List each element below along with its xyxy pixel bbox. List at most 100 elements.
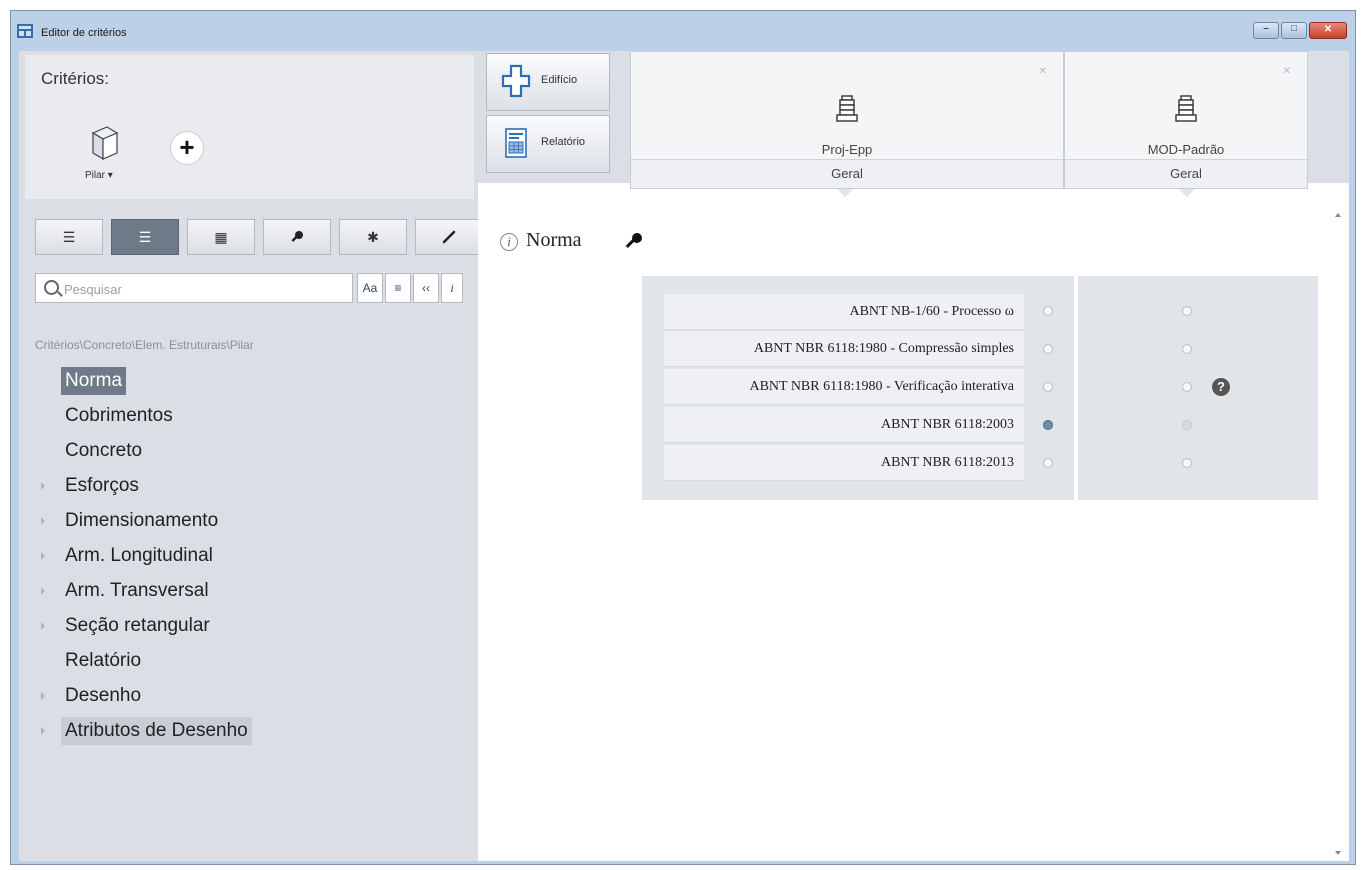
expand-arrow-icon[interactable] [41,482,45,490]
pillar-icon[interactable] [89,125,121,161]
scroll-down-arrow-icon[interactable] [1335,851,1341,855]
report-button-label: Relatório [541,136,586,148]
breadcrumb: Critérios\Concreto\Elem. Estruturais\Pil… [35,338,254,352]
section-title: Norma [526,229,582,251]
options-column-proj-epp: ABNT NB-1/60 - Processo ω ABNT NBR 6118:… [642,276,1074,500]
option-radio-selected[interactable] [1043,420,1053,430]
option-radio[interactable] [1182,344,1192,354]
tree-item-label: Relatório [65,650,142,671]
window-title: Editor de critérios [41,27,127,39]
tree-item-label: Arm. Transversal [65,580,209,601]
criteria-editor-window: Editor de critérios – □ ✕ Critérios: Pil… [10,10,1356,865]
criteria-title: Critérios: [41,69,110,88]
search-icon [44,280,59,295]
search-field[interactable] [35,273,353,303]
column-subtitle: Geral [631,159,1063,188]
help-icon[interactable]: ? [1212,378,1230,396]
match-case-toggle[interactable]: Aa [357,273,383,303]
column-pointer [837,189,853,197]
element-dropdown[interactable]: Pilar ▾ [85,170,113,181]
tree-item-label: Seção retangular [65,615,210,636]
report-button[interactable]: Relatório [486,115,610,173]
column-mod-padrao[interactable]: ✕ MOD-Padrão Geral [1064,51,1308,189]
info-icon: i [450,280,454,295]
asterisk-icon: ✱ [367,228,379,245]
info-toggle[interactable]: i [441,273,463,303]
expand-arrow-icon[interactable] [41,727,45,735]
option-row[interactable]: ABNT NBR 6118:2003 [664,407,1024,443]
tree-item-label: Desenho [65,685,142,706]
match-line-toggle[interactable]: ≡ [385,273,411,303]
detail-list-icon: ☰ [138,228,152,245]
quote-icon: ‹‹ [422,281,430,295]
tree-item-label: Norma [61,367,127,395]
tree-item-label: Concreto [65,440,143,461]
report-icon [505,128,527,158]
info-icon[interactable]: i [500,233,518,251]
list-icon: ☰ [62,228,76,245]
search-input[interactable] [62,278,346,300]
tab-pencil[interactable] [415,219,483,255]
minimize-button[interactable]: – [1253,22,1279,39]
option-label: ABNT NBR 6118:2013 [880,455,1014,470]
building-button[interactable]: Edifício [486,53,610,111]
tree-item-label: Atributos de Desenho [61,717,252,745]
building-icon [1175,95,1197,122]
option-radio[interactable] [1043,344,1053,354]
add-button[interactable]: + [170,131,204,165]
add-building-icon [501,64,531,98]
close-column-icon[interactable]: ✕ [1283,66,1291,77]
column-proj-epp[interactable]: ✕ Proj-Epp Geral [630,51,1064,189]
tree-item-label: Dimensionamento [65,510,219,531]
pencil-icon [442,230,456,244]
scroll-up-arrow-icon[interactable] [1335,213,1341,217]
option-row[interactable]: ABNT NB-1/60 - Processo ω [664,294,1024,330]
option-radio[interactable] [1043,306,1053,316]
option-radio[interactable] [1182,382,1192,392]
option-radio[interactable] [1043,458,1053,468]
tab-grid-view[interactable]: ▦ [187,219,255,255]
expand-arrow-icon[interactable] [41,552,45,560]
maximize-button[interactable]: □ [1281,22,1307,39]
expand-arrow-icon[interactable] [41,517,45,525]
expand-arrow-icon[interactable] [41,692,45,700]
column-name: MOD-Padrão [1147,142,1225,157]
right-panel: Edifício Relatório ✕ Proj-Epp Geral ✕ MO… [478,51,1349,861]
option-radio[interactable] [1182,458,1192,468]
option-label: ABNT NB-1/60 - Processo ω [849,304,1014,319]
close-button[interactable]: ✕ [1309,22,1347,39]
expand-arrow-icon[interactable] [41,622,45,630]
criteria-box: Critérios: Pilar ▾ + [25,55,474,199]
left-panel: Critérios: Pilar ▾ + ☰ ☰ ▦ ✱ Aa [19,51,483,861]
tab-key[interactable] [263,219,331,255]
tree-item-label: Esforços [65,475,139,496]
column-subtitle: Geral [1065,159,1307,188]
option-radio-disabled [1182,420,1192,430]
option-radio[interactable] [1043,382,1053,392]
tree-item-label: Cobrimentos [65,405,173,426]
expand-arrow-icon[interactable] [41,587,45,595]
column-name: Proj-Epp [821,142,873,157]
title-bar[interactable]: Editor de critérios – □ ✕ [11,11,1355,49]
tab-asterisk[interactable]: ✱ [339,219,407,255]
match-line-icon: ≡ [394,281,402,295]
match-case-label: Aa [362,281,378,295]
close-column-icon[interactable]: ✕ [1039,66,1047,77]
grid-icon: ▦ [214,228,228,245]
options-column-mod-padrao: ? [1078,276,1318,500]
tab-list-view[interactable]: ☰ [35,219,103,255]
option-row[interactable]: ABNT NBR 6118:1980 - Verificação interat… [664,369,1024,405]
view-tabs: ☰ ☰ ▦ ✱ [35,219,491,255]
quote-toggle[interactable]: ‹‹ [413,273,439,303]
option-label: ABNT NBR 6118:1980 - Verificação interat… [749,379,1014,394]
column-pointer [1179,189,1195,197]
option-radio[interactable] [1182,306,1192,316]
element-label: Pilar [85,170,106,181]
tab-detail-view[interactable]: ☰ [111,219,179,255]
building-button-label: Edifício [541,74,578,86]
option-row[interactable]: ABNT NBR 6118:2013 [664,445,1024,481]
option-row[interactable]: ABNT NBR 6118:1980 - Compressão simples [664,331,1024,367]
key-icon [291,231,303,242]
plus-icon: + [179,132,195,162]
key-icon[interactable] [624,231,644,251]
